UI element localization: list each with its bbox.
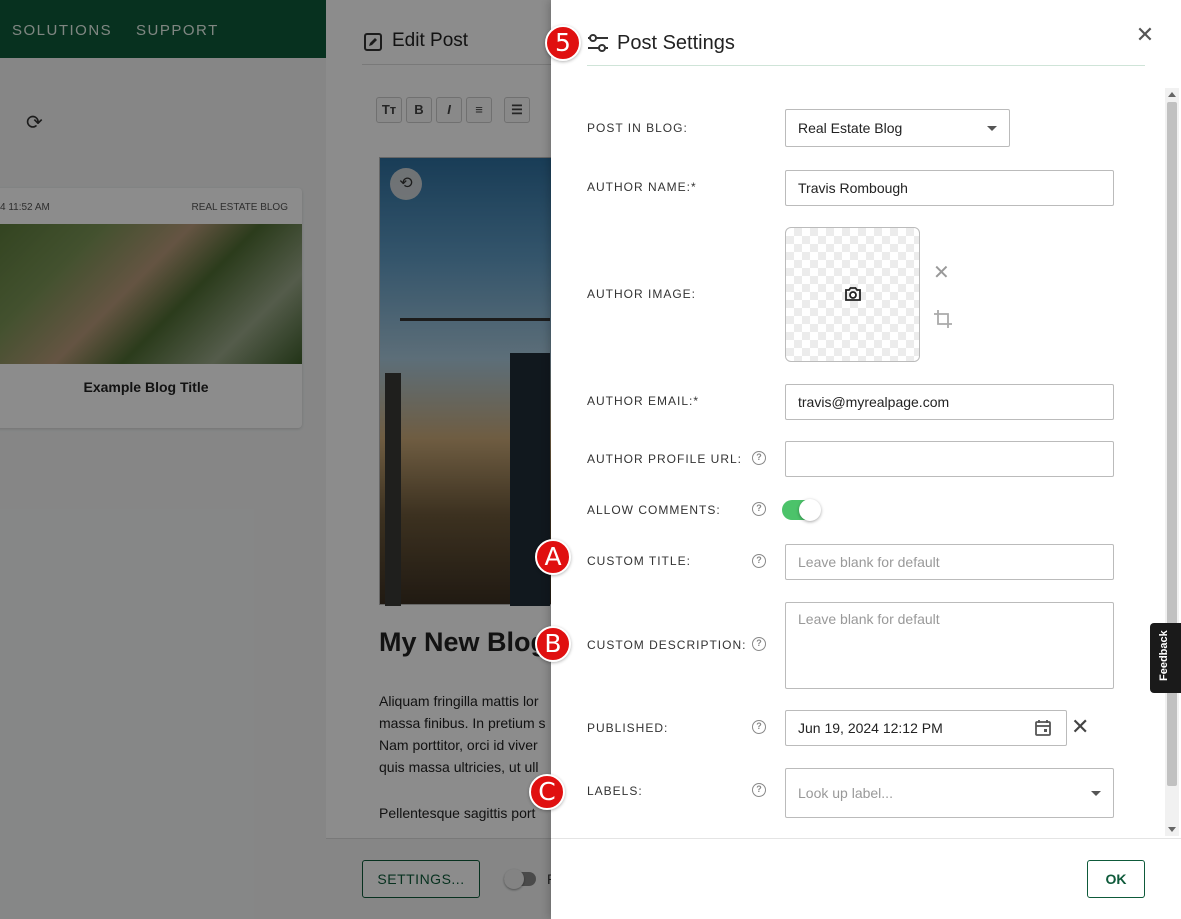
author-name-input[interactable]: Travis Rombough	[785, 170, 1114, 206]
help-icon[interactable]: ?	[752, 451, 766, 465]
annotation-badge-c: C	[529, 774, 565, 810]
modal-backdrop[interactable]	[0, 0, 551, 919]
allow-comments-toggle[interactable]	[782, 499, 821, 521]
annotation-badge-a: A	[535, 539, 571, 575]
remove-image-icon[interactable]: ✕	[933, 260, 950, 285]
author-image-upload[interactable]	[785, 227, 920, 362]
scroll-down-arrow[interactable]	[1168, 827, 1176, 832]
annotation-badge-b: B	[535, 626, 571, 662]
chevron-down-icon	[987, 126, 997, 131]
labels-label: LABELS:	[587, 784, 643, 798]
published-label: PUBLISHED:	[587, 721, 669, 735]
author-profile-url-input[interactable]	[785, 441, 1114, 477]
feedback-tab[interactable]: Feedback	[1150, 623, 1181, 693]
help-icon[interactable]: ?	[752, 783, 766, 797]
author-name-label: AUTHOR NAME:*	[587, 180, 697, 194]
clear-date-icon[interactable]: ✕	[1071, 716, 1089, 738]
help-icon[interactable]: ?	[752, 637, 766, 651]
scroll-up-arrow[interactable]	[1168, 92, 1176, 97]
author-email-input[interactable]: travis@myrealpage.com	[785, 384, 1114, 420]
post-in-blog-select[interactable]: Real Estate Blog	[785, 109, 1010, 147]
custom-title-input[interactable]: Leave blank for default	[785, 544, 1114, 580]
camera-icon	[845, 287, 861, 301]
drawer-title: Post Settings	[617, 32, 735, 54]
published-date-input[interactable]: Jun 19, 2024 12:12 PM	[785, 710, 1067, 746]
author-image-label: AUTHOR IMAGE:	[587, 287, 697, 301]
crop-rotate-icon[interactable]	[932, 308, 954, 330]
annotation-badge-5: 5	[545, 25, 581, 61]
custom-description-textarea[interactable]: Leave blank for default	[785, 602, 1114, 689]
calendar-icon[interactable]	[1034, 719, 1052, 737]
help-icon[interactable]: ?	[752, 720, 766, 734]
post-in-blog-label: POST IN BLOG:	[587, 121, 688, 135]
feedback-label: Feedback	[1158, 630, 1170, 681]
ok-button[interactable]: OK	[1087, 860, 1145, 898]
scrollbar[interactable]	[1165, 88, 1179, 836]
chevron-down-icon	[1091, 791, 1101, 796]
help-icon[interactable]: ?	[752, 502, 766, 516]
help-icon[interactable]: ?	[752, 554, 766, 568]
author-profile-url-label: AUTHOR PROFILE URL:	[587, 452, 743, 466]
custom-description-label: CUSTOM DESCRIPTION:	[587, 638, 747, 652]
close-icon[interactable]: ✕	[1135, 24, 1155, 46]
author-email-label: AUTHOR EMAIL:*	[587, 394, 700, 408]
post-settings-drawer: Post Settings ✕ POST IN BLOG: Real Estat…	[551, 0, 1181, 919]
title-divider	[587, 65, 1145, 66]
custom-title-label: CUSTOM TITLE:	[587, 554, 691, 568]
drawer-footer: OK	[551, 838, 1181, 919]
sliders-icon	[588, 34, 608, 52]
labels-lookup-input[interactable]: Look up label...	[785, 768, 1114, 818]
allow-comments-label: ALLOW COMMENTS:	[587, 503, 721, 517]
